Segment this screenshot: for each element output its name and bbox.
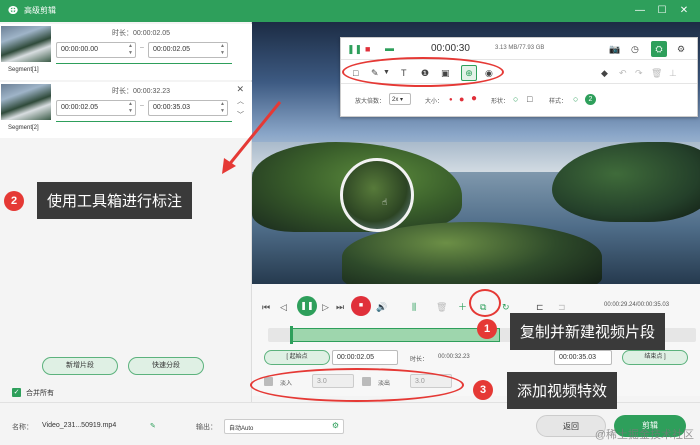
step-badge: 3 [473,380,493,400]
annotation-ellipse [250,368,464,402]
segment-progress [56,121,232,122]
gear-icon[interactable]: ⚙ [332,421,339,430]
trim-start-field[interactable]: 00:00:02.05 [332,350,398,365]
annotation-ellipse [342,57,504,87]
camera-icon[interactable]: 📷 [609,43,620,55]
trim-duration-value: 00:00:32.23 [438,354,470,360]
step-badge: 2 [4,191,24,211]
segment-label: Segment[1] [8,67,39,73]
undo-icon[interactable]: ↶ [619,67,627,79]
merge-all-checkbox[interactable]: ✓ [12,388,21,397]
skip-end-icon[interactable]: ⏭ [336,300,344,314]
style-label: 样式： [549,99,568,105]
step-forward-icon[interactable]: ▷ [322,300,329,314]
annotation-callout: 复制并新建视频片段 [510,313,666,350]
segment-item[interactable]: Segment[1] 时长：00:00:02.05 00:00:00.00 ▲ ▼ … [0,24,252,80]
name-label: 名称： [12,424,33,431]
pin-icon[interactable]: ⊥ [669,67,677,79]
step-back-icon[interactable]: ◁ [280,300,287,314]
redo-icon[interactable]: ↷ [635,67,643,79]
segment-start-field[interactable]: 00:00:00.00 ▲ ▼ [56,42,136,58]
step-badge: 1 [477,319,497,339]
quick-split-button[interactable]: 快速分段 [128,357,204,375]
reset-icon[interactable]: ↻ [502,300,510,314]
timeline-selection[interactable] [290,328,500,342]
square-shape-icon[interactable]: □ [527,93,532,105]
trim-start-icon[interactable]: ⊏ [536,300,544,314]
segment-label: Segment[2] [8,125,39,131]
delete-segment-icon[interactable]: ✕ [236,84,244,95]
magnifier-options-row: 放大倍数： 2x ▾ 大小： ● ● ● 形状： ○ □ 样式： ○ 2 [341,86,697,114]
collapse-icon[interactable]: ▬ [385,42,394,54]
timecode: 00:00:29.24/00:00:35.03 [604,302,670,308]
watermark: @稀土掘金技术社区 [594,429,694,441]
close-button[interactable]: ✕ [676,3,692,19]
trim-end-icon[interactable]: ⊐ [558,300,566,314]
set-end-button[interactable]: 结束点 ] [622,350,688,365]
minimize-button[interactable]: — [632,3,648,19]
rename-icon[interactable]: ✎ [150,422,156,430]
style-1-icon[interactable]: ○ [573,93,578,105]
stop-button[interactable]: ■ [351,296,371,316]
hand-cursor-icon: ☝ [382,197,388,207]
trim-duration-label: 时长： [410,357,429,363]
skip-start-icon[interactable]: ⏮ [262,300,270,314]
annotation-arrow [222,101,282,174]
stepper-icon[interactable]: ▲ ▼ [128,101,133,115]
segment-item[interactable]: Segment[2] 时长：00:00:32.23 ✕ ︿ ﹀ 00:00:02… [0,82,252,138]
merge-all-label: 合并所有 [26,390,54,397]
toolbox-icon[interactable]: ⛭ [651,41,667,57]
title-bar: ⴲ 高级剪辑 — ☐ ✕ [0,0,700,22]
bracket-right-icon: ] [662,354,666,360]
magnifier-lens[interactable] [340,158,414,232]
timeline-handle[interactable] [290,326,293,344]
pause-button[interactable]: ❚❚ [297,296,317,316]
annotation-ellipse [469,289,501,317]
set-start-button[interactable]: [ 起始点 [264,350,330,365]
shape-label: 形状： [491,99,510,105]
recorder-bar: ❚❚ ■ ▬ 00:00:30 3.13 MB/77.93 GB 📷 ◷ ⛭ ⚙ [341,38,697,60]
record-time: 00:00:30 [431,43,470,54]
add-icon[interactable]: ＋ [458,300,467,314]
annotation-callout: 使用工具箱进行标注 [37,182,193,219]
stepper-icon[interactable]: ▲ ▼ [128,43,133,57]
zoom-select[interactable]: 2x ▾ [389,93,411,105]
app-logo-icon: ⴲ [7,5,19,17]
volume-icon[interactable]: 🔊 [376,300,387,314]
zoom-label: 放大倍数： [355,99,386,105]
circle-shape-icon[interactable]: ○ [513,93,518,105]
clock-icon[interactable]: ◷ [631,43,639,55]
stepper-icon[interactable]: ▲ ▼ [220,43,225,57]
stop-record-icon[interactable]: ■ [365,43,370,55]
size-large-dot[interactable]: ● [471,93,477,105]
split-icon[interactable]: ⫼ [412,300,416,314]
delete-icon[interactable]: 🗑 [651,67,662,79]
style-2-icon[interactable]: 2 [585,94,596,105]
settings-icon[interactable]: ⚙ [677,43,685,55]
window-title: 高级剪辑 [24,6,56,15]
new-segment-button[interactable]: 新增片段 [42,357,118,375]
segment-duration: 时长：00:00:02.05 [112,30,170,37]
segment-thumbnail [1,84,51,120]
trim-end-field[interactable]: 00:00:35.03 [554,350,612,365]
size-medium-dot[interactable]: ● [459,93,464,105]
annotation-callout: 添加视频特效 [507,372,618,409]
segment-progress [56,63,232,64]
eraser-icon[interactable]: ◆ [601,67,608,79]
file-name: Video_231...50919.mp4 [42,422,117,429]
segment-thumbnail [1,26,51,62]
segment-end-field[interactable]: 00:00:02.05 ▲ ▼ [148,42,228,58]
range-separator: – [140,102,144,109]
range-separator: – [140,44,144,51]
record-size: 3.13 MB/77.93 GB [495,45,545,51]
delete-icon[interactable]: 🗑 [436,300,447,314]
output-field[interactable]: 自动Auto ⚙ [224,419,344,434]
segment-duration: 时长：00:00:32.23 [112,88,170,95]
output-label: 输出： [196,424,217,431]
size-small-dot[interactable]: ● [449,94,453,106]
pause-icon[interactable]: ❚❚ [347,43,362,55]
segment-start-field[interactable]: 00:00:02.05 ▲ ▼ [56,100,136,116]
maximize-button[interactable]: ☐ [654,3,670,19]
size-label: 大小： [425,99,444,105]
